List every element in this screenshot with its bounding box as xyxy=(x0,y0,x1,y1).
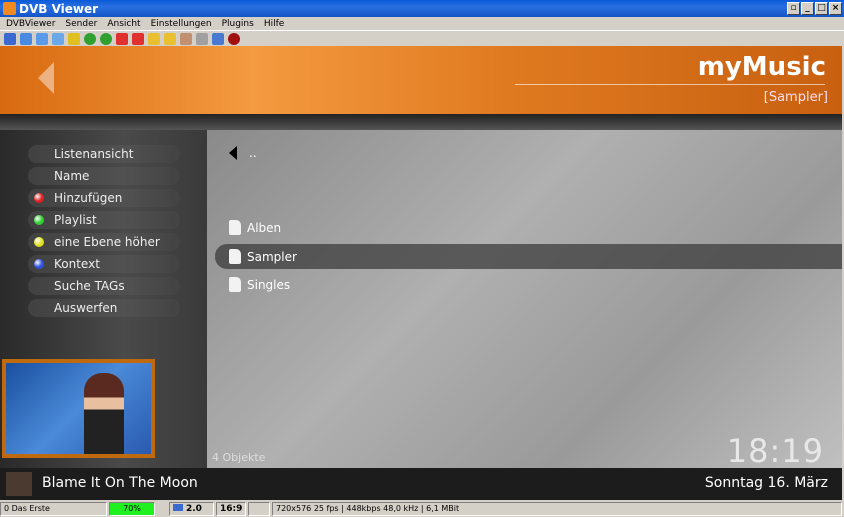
yellow-button-icon xyxy=(34,237,44,247)
volume-up-icon[interactable] xyxy=(164,32,176,45)
status-bar: 0 Das Erste 70% 2.0 16:9 720x576 25 fps … xyxy=(0,501,844,517)
page-subtitle: [Sampler] xyxy=(763,90,828,105)
signal-strength: 70% xyxy=(109,502,155,516)
sidebar-item-label: Name xyxy=(54,169,90,183)
sidebar-item-label: Hinzufügen xyxy=(54,191,123,205)
folder-icon xyxy=(229,277,241,292)
home-icon[interactable] xyxy=(4,32,16,45)
header-divider xyxy=(0,114,842,130)
presenter-image xyxy=(84,373,124,454)
tv-picture xyxy=(6,363,151,454)
sidebar-item-label: Kontext xyxy=(54,257,100,271)
menu-dvbviewer[interactable]: DVBViewer xyxy=(6,19,55,29)
list-item-alben[interactable]: Alben xyxy=(229,220,281,235)
forward-icon[interactable] xyxy=(100,32,112,45)
epg-icon[interactable] xyxy=(20,32,32,45)
close-button[interactable]: × xyxy=(829,2,842,15)
stream-info: 720x576 25 fps | 448kbps 48,0 kHz | 6,1 … xyxy=(272,502,842,516)
list-item-singles[interactable]: Singles xyxy=(229,277,290,292)
list-item-sampler[interactable]: Sampler xyxy=(229,249,297,264)
sidebar-item-ebene-hoeher[interactable]: eine Ebene höher xyxy=(28,233,180,251)
clock: 18:19 xyxy=(726,432,824,470)
back-icon[interactable] xyxy=(84,32,96,45)
list-item-label: Singles xyxy=(247,277,291,292)
object-count: 4 Objekte xyxy=(212,451,266,464)
page-title: myMusic xyxy=(697,52,826,82)
snapshot-icon[interactable] xyxy=(180,32,192,45)
osd-content: myMusic [Sampler] Listenansicht Name Hin… xyxy=(0,46,842,500)
sidebar-item-hinzufuegen[interactable]: Hinzufügen xyxy=(28,189,180,207)
header-line xyxy=(515,84,825,85)
next-channel-icon[interactable] xyxy=(132,32,144,45)
now-playing-title: Blame It On The Moon xyxy=(42,475,198,491)
record-icon[interactable] xyxy=(228,32,240,45)
header: myMusic [Sampler] xyxy=(0,46,842,114)
sidebar-item-label: Suche TAGs xyxy=(54,279,125,293)
file-list: .. Alben Sampler Singles xyxy=(207,130,842,468)
sidebar-item-suche-tags[interactable]: Suche TAGs xyxy=(28,277,180,295)
sidebar-item-label: Auswerfen xyxy=(54,301,118,315)
menu-ansicht[interactable]: Ansicht xyxy=(107,19,140,29)
menu-einstellungen[interactable]: Einstellungen xyxy=(151,19,212,29)
restore-sub-button[interactable]: ▫ xyxy=(787,2,800,15)
green-button-icon xyxy=(34,215,44,225)
list-item-parent[interactable]: .. xyxy=(229,146,257,160)
folder-icon xyxy=(229,249,241,264)
list-item-label: Sampler xyxy=(247,249,297,264)
list-item-label: .. xyxy=(249,146,257,160)
sidebar-item-label: Listenansicht xyxy=(54,147,134,161)
now-playing-bar: Blame It On The Moon Sonntag 16. März xyxy=(0,468,842,500)
empty-status-cell xyxy=(248,502,270,516)
red-button-icon xyxy=(34,193,44,203)
sidebar-item-playlist[interactable]: Playlist xyxy=(28,211,180,229)
recorder-icon[interactable] xyxy=(68,32,80,45)
channel-status: 0 Das Erste xyxy=(0,502,107,516)
osd-icon[interactable] xyxy=(52,32,64,45)
sidebar-item-label: eine Ebene höher xyxy=(54,235,160,249)
settings-icon[interactable] xyxy=(196,32,208,45)
back-arrow-icon[interactable] xyxy=(38,62,54,94)
folder-icon xyxy=(229,220,241,235)
window-title: DVB Viewer xyxy=(19,1,99,16)
menu-hilfe[interactable]: Hilfe xyxy=(264,19,284,29)
date: Sonntag 16. März xyxy=(704,475,828,491)
sidebar-item-name[interactable]: Name xyxy=(28,167,180,185)
toolbar xyxy=(0,31,844,46)
minimize-button[interactable]: _ xyxy=(801,2,814,15)
sidebar-item-listenansicht[interactable]: Listenansicht xyxy=(28,145,180,163)
album-cover-icon xyxy=(6,472,32,496)
video-preview[interactable] xyxy=(2,359,155,458)
info-icon[interactable] xyxy=(212,32,224,45)
maximize-button[interactable]: □ xyxy=(815,2,828,15)
menu-plugins[interactable]: Plugins xyxy=(222,19,254,29)
app-icon xyxy=(3,2,16,15)
selection-highlight xyxy=(215,244,842,269)
title-bar: DVB Viewer ▫ _ □ × xyxy=(0,0,844,17)
menu-bar: DVBViewer Sender Ansicht Einstellungen P… xyxy=(0,17,844,31)
up-arrow-icon xyxy=(229,146,237,160)
sidebar-item-label: Playlist xyxy=(54,213,97,227)
channels-icon[interactable] xyxy=(36,32,48,45)
sidebar-item-kontext[interactable]: Kontext xyxy=(28,255,180,273)
list-item-label: Alben xyxy=(247,220,282,235)
audio-channels: 2.0 xyxy=(169,502,214,516)
prev-channel-icon[interactable] xyxy=(116,32,128,45)
menu-sender[interactable]: Sender xyxy=(65,19,97,29)
volume-down-icon[interactable] xyxy=(148,32,160,45)
audio-icon xyxy=(173,504,183,511)
sidebar-item-auswerfen[interactable]: Auswerfen xyxy=(28,299,180,317)
aspect-ratio: 16:9 xyxy=(216,502,246,516)
blue-button-icon xyxy=(34,259,44,269)
